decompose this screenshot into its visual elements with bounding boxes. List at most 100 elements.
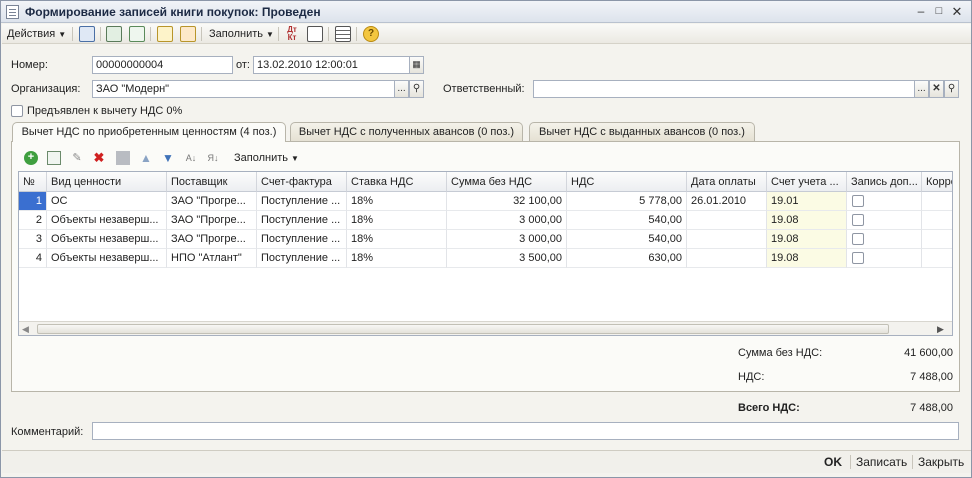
save-button[interactable]: Записать bbox=[856, 455, 907, 469]
debit-credit-icon[interactable]: Дт Кт bbox=[284, 26, 300, 42]
calendar-icon[interactable]: ▦ bbox=[409, 56, 424, 74]
cell-supplier[interactable]: ЗАО "Прогре... bbox=[167, 230, 257, 249]
cell-extra-record[interactable] bbox=[847, 230, 922, 249]
extra-record-checkbox[interactable] bbox=[852, 195, 864, 207]
cell-vat-rate[interactable]: 18% bbox=[347, 211, 447, 230]
cell-payment-date[interactable] bbox=[687, 211, 767, 230]
edit-row-icon[interactable]: ✎ bbox=[70, 151, 84, 165]
cell-sum[interactable]: 32 100,00 bbox=[447, 192, 567, 211]
column-header-supplier[interactable]: Поставщик bbox=[167, 172, 257, 192]
extra-record-checkbox[interactable] bbox=[852, 252, 864, 264]
column-header-invoice[interactable]: Счет-фактура bbox=[257, 172, 347, 192]
save-document-icon[interactable] bbox=[79, 26, 95, 42]
move-down-icon[interactable]: ▼ bbox=[161, 151, 175, 165]
cell-vat[interactable]: 630,00 bbox=[567, 249, 687, 268]
help-icon[interactable]: ? bbox=[363, 26, 379, 42]
structure-icon[interactable] bbox=[335, 26, 351, 42]
unpost-document-icon[interactable] bbox=[180, 26, 196, 42]
organization-field[interactable]: ЗАО "Модерн" bbox=[92, 80, 395, 98]
column-header-kind[interactable]: Вид ценности bbox=[47, 172, 167, 192]
cell-number[interactable]: 1 bbox=[19, 192, 47, 211]
cell-supplier[interactable]: ЗАО "Прогре... bbox=[167, 211, 257, 230]
scroll-left-icon[interactable]: ◀ bbox=[22, 324, 29, 335]
cell-payment-date[interactable] bbox=[687, 230, 767, 249]
column-header-vat[interactable]: НДС bbox=[567, 172, 687, 192]
delete-row-icon[interactable]: ✖ bbox=[92, 151, 106, 165]
open-magnifier-icon[interactable]: ⚲ bbox=[944, 80, 959, 98]
column-header-vat-rate[interactable]: Ставка НДС bbox=[347, 172, 447, 192]
cell-vat[interactable]: 540,00 bbox=[567, 230, 687, 249]
cell-invoice[interactable]: Поступление ... bbox=[257, 211, 347, 230]
column-header-account[interactable]: Счет учета ... bbox=[767, 172, 847, 192]
fill-menu[interactable]: Заполнить ▼ bbox=[209, 26, 274, 42]
cell-kind[interactable]: Объекты незаверш... bbox=[47, 249, 167, 268]
cell-supplier[interactable]: НПО "Атлант" bbox=[167, 249, 257, 268]
cell-vat-rate[interactable]: 18% bbox=[347, 192, 447, 211]
move-up-icon[interactable]: ▲ bbox=[139, 151, 153, 165]
cell-extra-record[interactable] bbox=[847, 211, 922, 230]
cell-sum[interactable]: 3 000,00 bbox=[447, 230, 567, 249]
cell-sum[interactable]: 3 000,00 bbox=[447, 211, 567, 230]
post-document-icon[interactable] bbox=[157, 26, 173, 42]
cell-kind[interactable]: Объекты незаверш... bbox=[47, 211, 167, 230]
cell-number[interactable]: 4 bbox=[19, 249, 47, 268]
minimize-icon[interactable]: – bbox=[913, 4, 929, 19]
report-icon[interactable] bbox=[307, 26, 323, 42]
close-button[interactable]: Закрыть bbox=[918, 455, 964, 469]
cell-account[interactable]: 19.08 bbox=[767, 211, 847, 230]
end-edit-icon[interactable] bbox=[116, 151, 130, 165]
extra-record-checkbox[interactable] bbox=[852, 233, 864, 245]
column-header-number[interactable]: № bbox=[19, 172, 47, 192]
select-ellipsis-icon[interactable]: ... bbox=[394, 80, 409, 98]
cell-kind[interactable]: Объекты незаверш... bbox=[47, 230, 167, 249]
cell-payment-date[interactable] bbox=[687, 249, 767, 268]
cell-account[interactable]: 19.08 bbox=[767, 249, 847, 268]
actions-menu[interactable]: Действия ▼ bbox=[7, 26, 66, 42]
extra-record-checkbox[interactable] bbox=[852, 214, 864, 226]
responsible-field[interactable] bbox=[533, 80, 915, 98]
copy-document-icon[interactable] bbox=[129, 26, 145, 42]
column-header-sum[interactable]: Сумма без НДС bbox=[447, 172, 567, 192]
clear-icon[interactable]: ✕ bbox=[929, 80, 944, 98]
tab-acquired-values[interactable]: Вычет НДС по приобретенным ценностям (4 … bbox=[12, 122, 286, 142]
refresh-icon[interactable] bbox=[106, 26, 122, 42]
cell-correction[interactable] bbox=[922, 192, 952, 211]
column-header-correction[interactable]: Корре bbox=[922, 172, 952, 192]
sort-descending-icon[interactable]: Я↓ bbox=[206, 151, 220, 165]
cell-extra-record[interactable] bbox=[847, 192, 922, 211]
cell-invoice[interactable]: Поступление ... bbox=[257, 192, 347, 211]
cell-supplier[interactable]: ЗАО "Прогре... bbox=[167, 192, 257, 211]
cell-number[interactable]: 3 bbox=[19, 230, 47, 249]
cell-invoice[interactable]: Поступление ... bbox=[257, 230, 347, 249]
cell-kind[interactable]: ОС bbox=[47, 192, 167, 211]
number-field[interactable]: 00000000004 bbox=[92, 56, 233, 74]
open-magnifier-icon[interactable]: ⚲ bbox=[409, 80, 424, 98]
sort-ascending-icon[interactable]: A↓ bbox=[184, 151, 198, 165]
column-header-extra-record[interactable]: Запись доп... bbox=[847, 172, 922, 192]
comment-field[interactable] bbox=[92, 422, 959, 440]
ok-button[interactable]: OK bbox=[824, 455, 842, 469]
panel-fill-menu[interactable]: Заполнить ▼ bbox=[234, 150, 299, 166]
select-ellipsis-icon[interactable]: ... bbox=[914, 80, 929, 98]
tab-issued-advances[interactable]: Вычет НДС с выданных авансов (0 поз.) bbox=[529, 122, 755, 141]
cell-payment-date[interactable]: 26.01.2010 bbox=[687, 192, 767, 211]
copy-row-icon[interactable] bbox=[47, 151, 61, 165]
scroll-right-icon[interactable]: ▶ bbox=[937, 324, 944, 335]
cell-account[interactable]: 19.08 bbox=[767, 230, 847, 249]
cell-correction[interactable] bbox=[922, 211, 952, 230]
add-row-icon[interactable]: + bbox=[24, 151, 38, 165]
horizontal-scrollbar[interactable]: ◀ ▶ bbox=[19, 321, 952, 335]
cell-invoice[interactable]: Поступление ... bbox=[257, 249, 347, 268]
maximize-icon[interactable]: □ bbox=[931, 4, 947, 19]
cell-vat-rate[interactable]: 18% bbox=[347, 230, 447, 249]
date-field[interactable]: 13.02.2010 12:00:01 bbox=[253, 56, 410, 74]
cell-number[interactable]: 2 bbox=[19, 211, 47, 230]
cell-vat[interactable]: 540,00 bbox=[567, 211, 687, 230]
cell-account[interactable]: 19.01 bbox=[767, 192, 847, 211]
vat0-checkbox[interactable] bbox=[11, 105, 23, 117]
scrollbar-thumb[interactable] bbox=[37, 324, 889, 334]
cell-correction[interactable] bbox=[922, 249, 952, 268]
cell-sum[interactable]: 3 500,00 bbox=[447, 249, 567, 268]
close-icon[interactable]: ✕ bbox=[949, 4, 965, 19]
cell-correction[interactable] bbox=[922, 230, 952, 249]
